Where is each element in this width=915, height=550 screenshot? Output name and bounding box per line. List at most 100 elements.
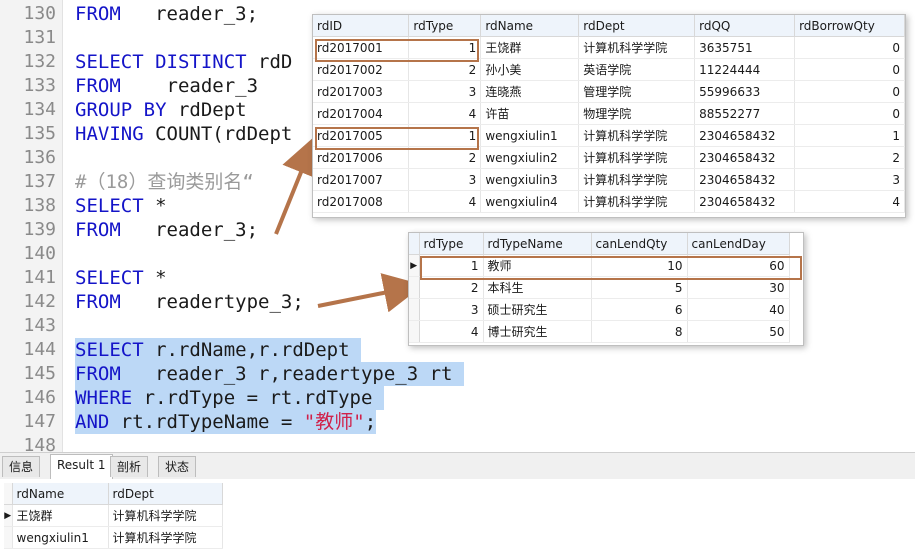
table-cell[interactable]: rd2017003 [313,80,410,103]
table-cell[interactable]: 30 [687,276,790,299]
tab-status[interactable]: 状态 [158,456,197,477]
table-cell[interactable]: wengxiulin4 [480,190,580,213]
table-row[interactable]: 2 本科生 5 30 [409,276,790,299]
code-line[interactable]: 148 [0,434,915,452]
tab-result-1[interactable]: Result 1 [50,454,113,479]
table-cell[interactable]: 教师 [483,254,592,277]
tab-profile[interactable]: 剖析 [110,456,149,477]
column-header-rdtype[interactable]: rdType [408,15,482,37]
table-cell[interactable]: 博士研究生 [483,320,592,343]
table-row[interactable]: ▶ 王饶群 计算机科学学院 [4,504,223,527]
table-cell[interactable]: rd2017001 [313,36,410,59]
readertype-3-result-grid[interactable]: rdType rdTypeName canLendQty canLendDay ▶ 1 教… [408,232,804,346]
table-cell[interactable]: 6 [591,298,688,321]
column-header-rdtypename[interactable]: rdTypeName [483,233,592,255]
table-cell[interactable]: 1 [408,36,482,59]
table-cell[interactable]: 2304658432 [694,124,796,147]
table-row[interactable]: rd2017006 2 wengxiulin2 计算机科学学院 2304658432 2 [313,146,905,169]
table-row[interactable]: wengxiulin1 计算机科学学院 [4,526,223,549]
tab-info[interactable]: 信息 [2,456,41,477]
table-cell[interactable]: 4 [419,320,484,343]
table-cell[interactable]: 硕士研究生 [483,298,592,321]
table-cell[interactable]: wengxiulin1 [12,526,109,549]
table-cell[interactable]: 3635751 [694,36,796,59]
column-header-rdid[interactable]: rdID [313,15,410,37]
table-row[interactable]: rd2017008 4 wengxiulin4 计算机科学学院 2304658432 4 [313,190,905,213]
code-line[interactable]: 146 WHERE r.rdType = rt.rdType [0,386,915,410]
table-cell[interactable]: 4 [408,190,482,213]
table-cell[interactable]: 计算机科学学院 [108,526,223,549]
table-cell[interactable]: wengxiulin3 [480,168,580,191]
table-cell[interactable]: 2 [419,276,484,299]
column-header-rdborrowqty[interactable]: rdBorrowQty [794,15,905,37]
table-cell[interactable]: 50 [687,320,790,343]
table-cell[interactable]: 王饶群 [480,36,580,59]
code-line[interactable]: 145 FROM reader_3 r,readertype_3 rt [0,362,915,386]
table-cell[interactable]: 2 [408,146,482,169]
table-cell[interactable]: 孙小美 [480,58,580,81]
table-cell[interactable]: 计算机科学学院 [578,36,696,59]
table-row[interactable]: rd2017004 4 许苗 物理学院 88552277 0 [313,102,905,125]
table-cell[interactable]: 8 [591,320,688,343]
table-cell[interactable]: 2304658432 [694,190,796,213]
table-cell[interactable]: 3 [408,80,482,103]
table-cell[interactable]: 英语学院 [578,58,696,81]
table-cell[interactable]: 本科生 [483,276,592,299]
table-cell[interactable]: 11224444 [694,58,796,81]
table-cell[interactable]: 60 [687,254,790,277]
table-cell[interactable]: 计算机科学学院 [578,168,696,191]
table-row[interactable]: rd2017001 1 王饶群 计算机科学学院 3635751 0 [313,36,905,59]
table-cell[interactable]: 1 [794,124,905,147]
table-cell[interactable]: rd2017002 [313,58,410,81]
table-cell[interactable]: 2304658432 [694,146,796,169]
table-cell[interactable]: 许苗 [480,102,580,125]
table-cell[interactable]: 2 [408,58,482,81]
table-cell[interactable]: 王饶群 [12,504,109,527]
table-row[interactable]: 4 博士研究生 8 50 [409,320,790,343]
table-cell[interactable]: 0 [794,102,905,125]
column-header-rdname[interactable]: rdName [480,15,580,37]
table-cell[interactable]: 物理学院 [578,102,696,125]
table-cell[interactable]: 3 [408,168,482,191]
table-cell[interactable]: 4 [794,190,905,213]
table-cell[interactable]: 88552277 [694,102,796,125]
table-row[interactable]: ▶ 1 教师 10 60 [409,254,790,277]
table-cell[interactable]: 计算机科学学院 [578,124,696,147]
table-cell[interactable]: 1 [408,124,482,147]
table-cell[interactable]: 4 [408,102,482,125]
table-cell[interactable]: 管理学院 [578,80,696,103]
table-cell[interactable]: 连晓燕 [480,80,580,103]
table-cell[interactable]: 5 [591,276,688,299]
column-header-canlendqty[interactable]: canLendQty [591,233,688,255]
table-cell[interactable]: 0 [794,36,905,59]
table-cell[interactable]: rd2017007 [313,168,410,191]
table-cell[interactable]: wengxiulin2 [480,146,580,169]
table-cell[interactable]: wengxiulin1 [480,124,580,147]
column-header-canlendday[interactable]: canLendDay [687,233,790,255]
table-cell[interactable]: 2 [794,146,905,169]
column-header-rdname[interactable]: rdName [12,483,109,505]
table-cell[interactable]: 0 [794,80,905,103]
column-header-rddept[interactable]: rdDept [578,15,696,37]
reader-3-result-grid[interactable]: rdID rdType rdName rdDept rdQQ rdBorrowQty rd… [312,14,906,218]
table-row[interactable]: 3 硕士研究生 6 40 [409,298,790,321]
table-cell[interactable]: 计算机科学学院 [578,190,696,213]
table-row[interactable]: rd2017003 3 连晓燕 管理学院 55996633 0 [313,80,905,103]
table-cell[interactable]: 3 [419,298,484,321]
table-cell[interactable]: 40 [687,298,790,321]
table-cell[interactable]: rd2017008 [313,190,410,213]
table-row[interactable]: rd2017002 2 孙小美 英语学院 11224444 0 [313,58,905,81]
code-line[interactable]: 147 AND rt.rdTypeName = "教师"; [0,410,915,434]
table-row[interactable]: rd2017007 3 wengxiulin3 计算机科学学院 2304658432 3 [313,168,905,191]
column-header-rdqq[interactable]: rdQQ [694,15,796,37]
table-cell[interactable]: 3 [794,168,905,191]
column-header-rdtype[interactable]: rdType [419,233,484,255]
table-cell[interactable]: 2304658432 [694,168,796,191]
table-cell[interactable]: rd2017004 [313,102,410,125]
table-cell[interactable]: 计算机科学学院 [108,504,223,527]
table-cell[interactable]: rd2017006 [313,146,410,169]
table-cell[interactable]: 0 [794,58,905,81]
table-cell[interactable]: 1 [419,254,484,277]
table-cell[interactable]: rd2017005 [313,124,410,147]
column-header-rddept[interactable]: rdDept [108,483,223,505]
